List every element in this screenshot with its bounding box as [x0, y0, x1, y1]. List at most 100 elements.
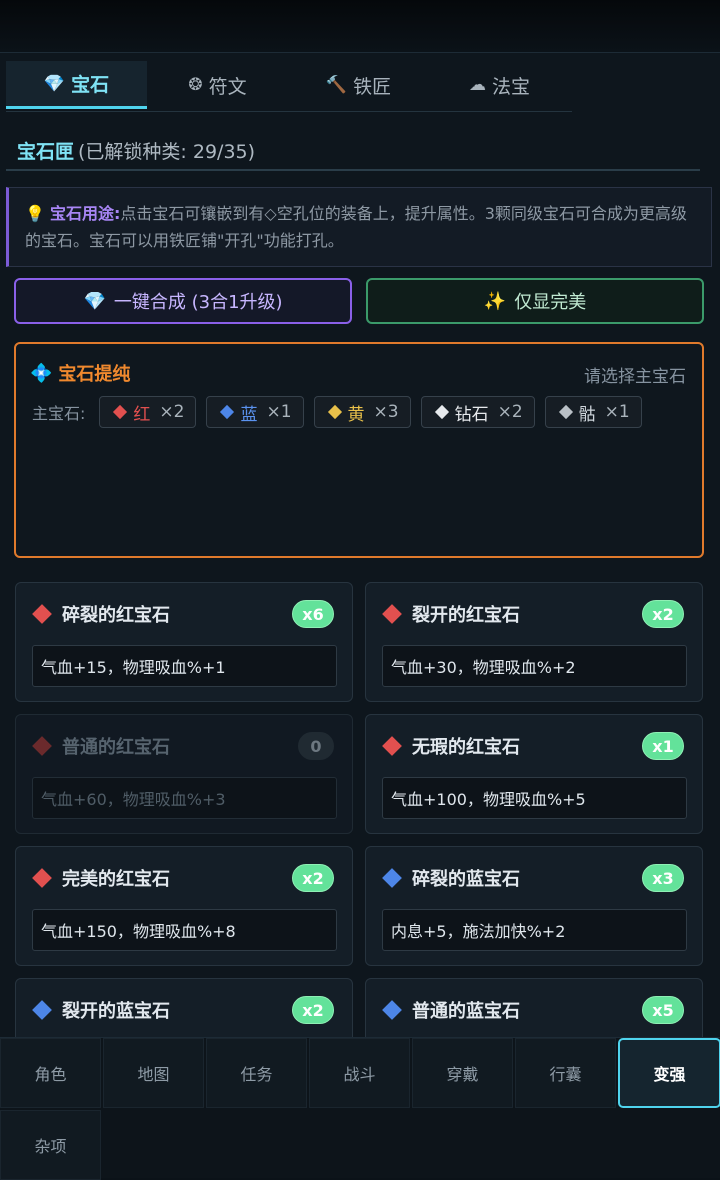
gem-name: 完美的红宝石	[62, 869, 170, 890]
chip-count: ×1	[604, 402, 630, 422]
section-title: 宝石匣	[17, 140, 75, 163]
chip-count: ×1	[266, 402, 292, 422]
tab-label: 符文	[208, 75, 247, 98]
tab-blacksmith[interactable]: 🔨 铁匠	[288, 61, 429, 109]
gem-diamond-icon	[220, 404, 235, 420]
tab-treasure[interactable]: ☁ 法宝	[429, 61, 570, 109]
chip-name: 蓝	[240, 404, 258, 425]
gem-stats: 内息+5，施法加快%+2	[382, 909, 687, 951]
top-bar	[0, 0, 720, 52]
gem-card-header: 碎裂的蓝宝石	[382, 865, 520, 891]
gem-name: 碎裂的蓝宝石	[412, 869, 520, 890]
chip-name: 骷	[578, 404, 596, 425]
show-perfect-button[interactable]: ✨ 仅显完美	[366, 278, 704, 324]
gem-count-badge: x2	[642, 600, 684, 628]
gem-diamond-icon	[558, 404, 573, 420]
gem-stats: 气血+15，物理吸血%+1	[32, 645, 337, 687]
gem-diamond-icon	[382, 1000, 402, 1020]
nav-item[interactable]: 行囊	[515, 1038, 616, 1108]
gem-card[interactable]: 普通的红宝石 0 气血+60，物理吸血%+3	[15, 714, 353, 834]
nav-item[interactable]: 杂项	[0, 1110, 101, 1180]
tab-runes[interactable]: ❂ 符文	[147, 61, 288, 109]
chip-name: 黄	[347, 404, 365, 425]
section-header: 宝石匣 (已解锁种类: 29/35)	[6, 131, 700, 171]
merge-button-label: 一键合成 (3合1升级)	[113, 292, 283, 313]
gem-diamond-icon	[382, 604, 402, 624]
chip-name: 钻石	[454, 404, 489, 425]
nav-item[interactable]: 角色	[0, 1038, 101, 1108]
gem-icon: 💎	[83, 290, 106, 312]
nav-item[interactable]: 变强	[618, 1038, 720, 1108]
merge-all-button[interactable]: 💎 一键合成 (3合1升级)	[14, 278, 352, 324]
gem-name: 碎裂的红宝石	[62, 605, 170, 626]
gem-diamond-icon	[382, 736, 402, 756]
gem-count-badge: x5	[642, 996, 684, 1024]
nav-item[interactable]: 地图	[103, 1038, 204, 1108]
main-gem-chips: 红 ×2 蓝 ×1 黄 ×3 钻石 ×2 骷 ×1	[99, 396, 642, 428]
gem-card-header: 完美的红宝石	[32, 865, 170, 891]
gem-panel: 💎 宝石 ❂ 符文 🔨 铁匠 ☁ 法宝 宝石匣 (已解锁种类: 29/35) 💡…	[0, 52, 720, 1038]
gem-stats: 气血+30，物理吸血%+2	[382, 645, 687, 687]
gem-diamond-icon	[434, 404, 449, 420]
main-gem-chip[interactable]: 红 ×2	[99, 396, 197, 428]
gem-name: 普通的蓝宝石	[412, 1001, 520, 1022]
info-text: 点击宝石可镶嵌到有◇空孔位的装备上，提升属性。3颗同级宝石可合成为更高级的宝石。…	[25, 204, 687, 250]
gem-stats: 气血+150，物理吸血%+8	[32, 909, 337, 951]
main-gem-chip[interactable]: 黄 ×3	[313, 396, 411, 428]
main-gem-chip[interactable]: 蓝 ×1	[206, 396, 304, 428]
chip-name: 红	[133, 404, 151, 425]
gem-diamond-icon	[113, 404, 128, 420]
gem-name: 裂开的蓝宝石	[62, 1001, 170, 1022]
gem-card[interactable]: 无瑕的红宝石 x1 气血+100，物理吸血%+5	[365, 714, 703, 834]
main-gem-chip[interactable]: 钻石 ×2	[420, 396, 535, 428]
gem-card[interactable]: 普通的蓝宝石 x5	[365, 978, 703, 1038]
gem-diamond-icon	[32, 736, 52, 756]
gem-card[interactable]: 完美的红宝石 x2 气血+150，物理吸血%+8	[15, 846, 353, 966]
gem-card-header: 裂开的红宝石	[382, 601, 520, 627]
gem-card-header: 普通的红宝石	[32, 733, 170, 759]
main-gem-label: 主宝石:	[32, 404, 86, 423]
gem-name: 裂开的红宝石	[412, 605, 520, 626]
sparkle-icon: ✨	[483, 290, 507, 312]
main-gem-row: 主宝石: 红 ×2 蓝 ×1 黄 ×3 钻石 ×2 骷 ×1	[32, 396, 642, 428]
refine-title: 💠 宝石提纯	[30, 360, 130, 386]
gem-card[interactable]: 碎裂的蓝宝石 x3 内息+5，施法加快%+2	[365, 846, 703, 966]
gem-diamond-icon	[32, 1000, 52, 1020]
gem-card[interactable]: 裂开的蓝宝石 x2	[15, 978, 353, 1038]
bottom-nav: 角色 地图 任务 战斗 穿戴 行囊 变强杂项	[0, 1037, 720, 1180]
gem-card-header: 无瑕的红宝石	[382, 733, 520, 759]
gem-count-badge: x2	[292, 996, 334, 1024]
nav-item[interactable]: 战斗	[309, 1038, 410, 1108]
diamond-shape-icon: 💠	[30, 362, 53, 384]
section-subtitle: (已解锁种类: 29/35)	[78, 140, 256, 163]
tab-bar: 💎 宝石 ❂ 符文 🔨 铁匠 ☁ 法宝	[6, 61, 572, 112]
gem-diamond-icon	[382, 868, 402, 888]
gem-count-badge: 0	[298, 732, 334, 760]
nav-item[interactable]: 任务	[206, 1038, 307, 1108]
tab-gems[interactable]: 💎 宝石	[6, 61, 147, 109]
chip-count: ×3	[373, 402, 399, 422]
chip-count: ×2	[159, 402, 185, 422]
gem-name: 无瑕的红宝石	[412, 737, 520, 758]
perfect-button-label: 仅显完美	[514, 292, 587, 313]
gem-count-badge: x3	[642, 864, 684, 892]
gem-card[interactable]: 裂开的红宝石 x2 气血+30，物理吸血%+2	[365, 582, 703, 702]
treasure-icon: ☁	[468, 75, 486, 95]
gem-count-badge: x1	[642, 732, 684, 760]
gem-card-header: 碎裂的红宝石	[32, 601, 170, 627]
gem-refine-panel: 💠 宝石提纯 请选择主宝石 主宝石: 红 ×2 蓝 ×1 黄 ×3 钻石 ×2 骷 ×1	[14, 342, 704, 558]
nav-item[interactable]: 穿戴	[412, 1038, 513, 1108]
gem-stats: 气血+100，物理吸血%+5	[382, 777, 687, 819]
rune-icon: ❂	[188, 75, 203, 95]
hammer-icon: 🔨	[325, 75, 348, 95]
gem-count-badge: x6	[292, 600, 334, 628]
tab-label: 法宝	[491, 75, 530, 98]
refine-hint: 请选择主宝石	[584, 367, 686, 387]
main-gem-chip[interactable]: 骷 ×1	[544, 396, 642, 428]
gem-card-header: 普通的蓝宝石	[382, 997, 520, 1023]
info-box: 💡 宝石用途:点击宝石可镶嵌到有◇空孔位的装备上，提升属性。3颗同级宝石可合成为…	[6, 187, 712, 267]
gem-icon: 💎	[43, 73, 66, 94]
refine-title-text: 宝石提纯	[58, 364, 131, 385]
lightbulb-icon: 💡	[25, 204, 45, 223]
gem-card[interactable]: 碎裂的红宝石 x6 气血+15，物理吸血%+1	[15, 582, 353, 702]
